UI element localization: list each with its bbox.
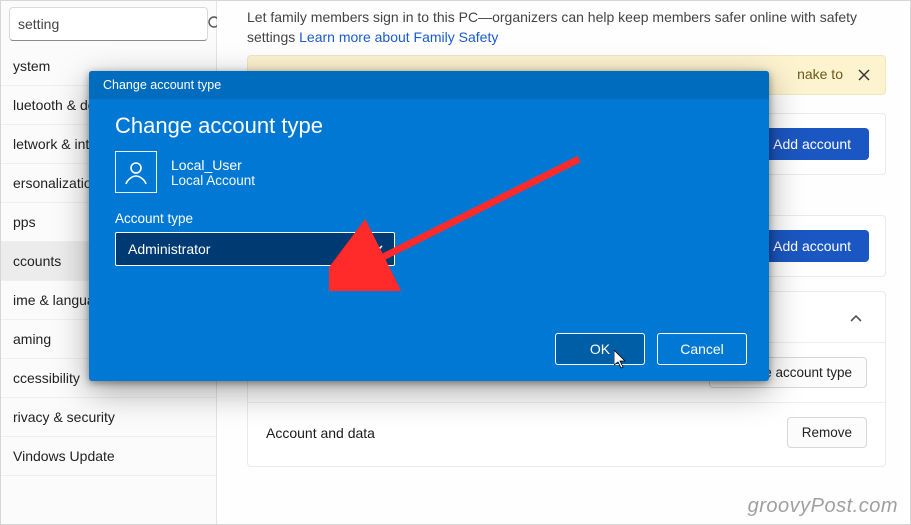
account-type-label: Account type xyxy=(115,211,743,226)
user-name: Local_User xyxy=(171,157,255,173)
ok-button[interactable]: OK xyxy=(555,333,645,365)
dialog-heading: Change account type xyxy=(115,113,743,139)
account-type-select[interactable]: Administrator xyxy=(115,232,395,266)
user-icon xyxy=(115,151,157,193)
user-block: Local_User Local Account xyxy=(115,151,743,193)
dialog-title-bar: Change account type xyxy=(89,71,769,99)
cursor-icon xyxy=(614,350,628,370)
cancel-button[interactable]: Cancel xyxy=(657,333,747,365)
change-account-type-dialog: Change account type Change account type … xyxy=(89,71,769,381)
chevron-down-icon xyxy=(372,241,384,257)
user-subtitle: Local Account xyxy=(171,173,255,188)
select-value: Administrator xyxy=(128,241,210,257)
